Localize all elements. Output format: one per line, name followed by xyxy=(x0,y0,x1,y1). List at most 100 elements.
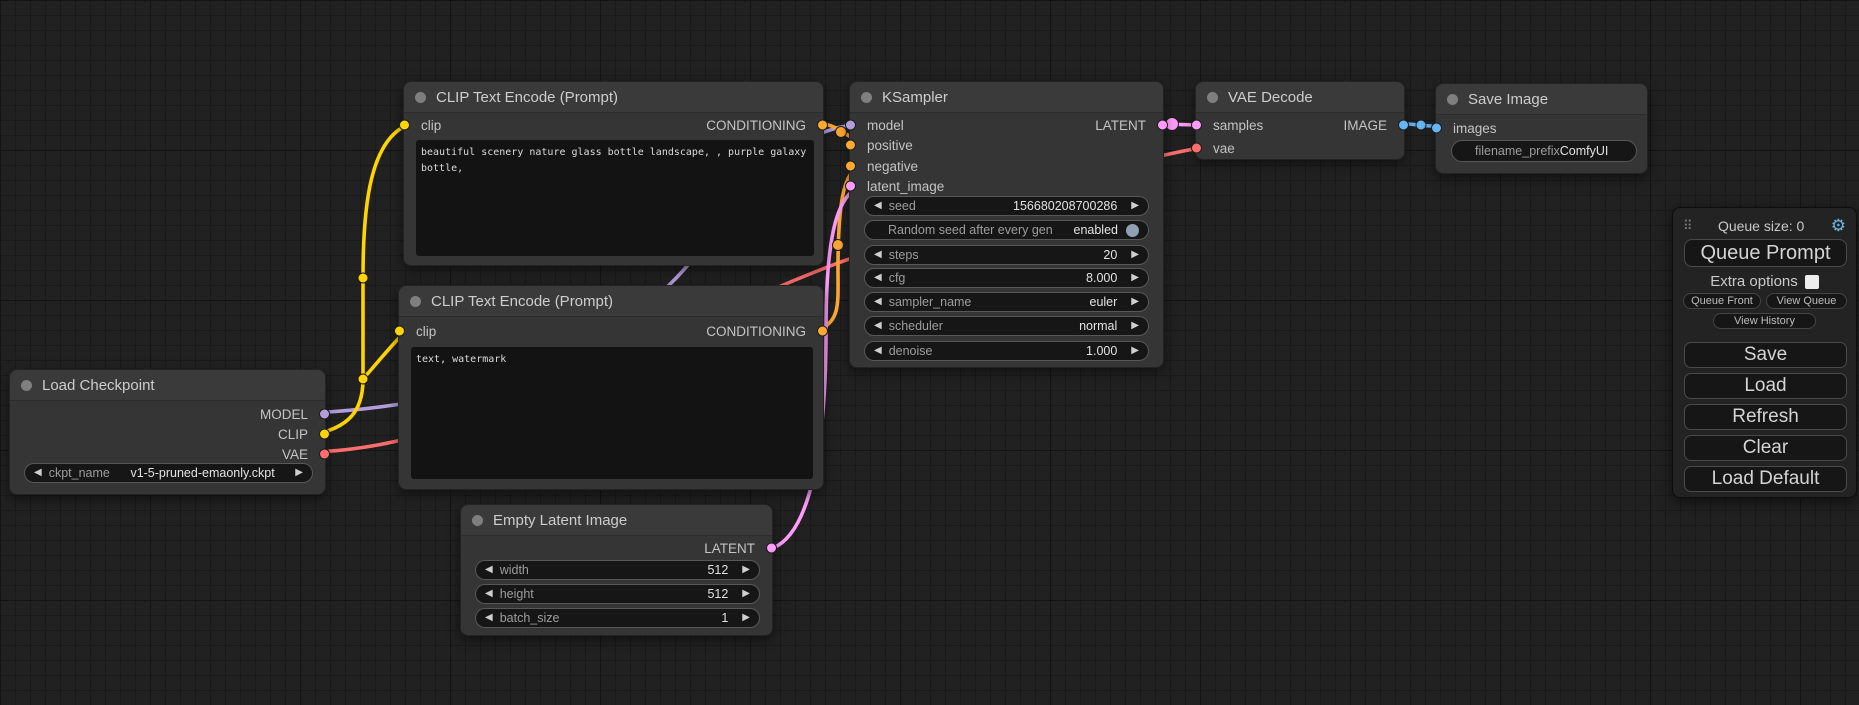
image-port-icon[interactable] xyxy=(1398,120,1409,131)
node-title-bar[interactable]: Save Image xyxy=(1436,84,1647,115)
negative-prompt-textarea[interactable]: text, watermark xyxy=(411,347,813,479)
view-history-button[interactable]: View History xyxy=(1713,313,1816,329)
queue-front-button[interactable]: Queue Front xyxy=(1683,293,1761,309)
node-title: VAE Decode xyxy=(1228,89,1313,106)
node-load-checkpoint: Load Checkpoint MODEL CLIP VAE ◀ ckpt_na… xyxy=(9,369,326,495)
next-arrow-icon[interactable]: ▶ xyxy=(742,565,750,575)
prev-arrow-icon[interactable]: ◀ xyxy=(34,468,42,478)
prev-arrow-icon[interactable]: ◀ xyxy=(874,250,882,260)
output-conditioning: CONDITIONING xyxy=(706,116,806,134)
image-port-icon[interactable] xyxy=(1431,123,1442,134)
collapse-dot-icon[interactable] xyxy=(410,296,421,307)
link-midpoint-dot[interactable] xyxy=(1416,120,1426,130)
cfg-widget[interactable]: ◀ cfg 8.000 ▶ xyxy=(864,268,1149,288)
next-arrow-icon[interactable]: ▶ xyxy=(295,468,303,478)
next-arrow-icon[interactable]: ▶ xyxy=(1131,297,1139,307)
collapse-dot-icon[interactable] xyxy=(861,92,872,103)
drag-handle-icon[interactable]: ⠿ xyxy=(1683,218,1692,234)
denoise-widget[interactable]: ◀ denoise 1.000 ▶ xyxy=(864,341,1149,361)
node-vae-decode: VAE Decode samples vae IMAGE xyxy=(1195,81,1405,160)
latent-port-icon[interactable] xyxy=(845,181,856,192)
node-title: CLIP Text Encode (Prompt) xyxy=(436,89,618,106)
toggle-enabled-icon[interactable] xyxy=(1126,224,1139,237)
conditioning-port-icon[interactable] xyxy=(845,161,856,172)
prev-arrow-icon[interactable]: ◀ xyxy=(874,201,882,211)
sampler-name-widget[interactable]: ◀ sampler_name euler ▶ xyxy=(864,292,1149,312)
latent-port-icon[interactable] xyxy=(1191,120,1202,131)
link-midpoint-dot[interactable] xyxy=(358,273,368,283)
node-title-bar[interactable]: VAE Decode xyxy=(1196,82,1404,113)
node-title: Empty Latent Image xyxy=(493,512,627,529)
queue-size-label: Queue size: 0 xyxy=(1692,218,1831,234)
input-clip: clip xyxy=(421,116,441,134)
refresh-button[interactable]: Refresh xyxy=(1684,404,1847,430)
output-latent: LATENT xyxy=(1095,116,1146,134)
width-widget[interactable]: ◀ width 512 ▶ xyxy=(475,560,760,580)
next-arrow-icon[interactable]: ▶ xyxy=(742,613,750,623)
clip-port-icon[interactable] xyxy=(394,326,405,337)
next-arrow-icon[interactable]: ▶ xyxy=(1131,201,1139,211)
clear-button[interactable]: Clear xyxy=(1684,435,1847,461)
latent-port-icon[interactable] xyxy=(1157,120,1168,131)
model-port-icon[interactable] xyxy=(319,409,330,420)
model-port-icon[interactable] xyxy=(845,120,856,131)
conditioning-port-icon[interactable] xyxy=(817,326,828,337)
prev-arrow-icon[interactable]: ◀ xyxy=(874,321,882,331)
extra-options-label: Extra options xyxy=(1710,273,1798,290)
collapse-dot-icon[interactable] xyxy=(21,380,32,391)
prev-arrow-icon[interactable]: ◀ xyxy=(874,346,882,356)
next-arrow-icon[interactable]: ▶ xyxy=(1131,346,1139,356)
view-queue-button[interactable]: View Queue xyxy=(1766,293,1847,309)
next-arrow-icon[interactable]: ▶ xyxy=(1131,250,1139,260)
next-arrow-icon[interactable]: ▶ xyxy=(1131,273,1139,283)
prev-arrow-icon[interactable]: ◀ xyxy=(874,297,882,307)
node-clip-text-encode-negative: CLIP Text Encode (Prompt) clip CONDITION… xyxy=(398,285,824,490)
batch-size-widget[interactable]: ◀ batch_size 1 ▶ xyxy=(475,608,760,628)
prev-arrow-icon[interactable]: ◀ xyxy=(874,273,882,283)
extra-options-checkbox[interactable] xyxy=(1805,275,1819,289)
prev-arrow-icon[interactable]: ◀ xyxy=(485,589,493,599)
ckpt-name-widget[interactable]: ◀ ckpt_name v1-5-pruned-emaonly.ckpt ▶ xyxy=(24,463,313,483)
node-title-bar[interactable]: CLIP Text Encode (Prompt) xyxy=(404,82,823,113)
node-empty-latent-image: Empty Latent Image LATENT ◀ width 512 ▶ … xyxy=(460,504,773,636)
vae-port-icon[interactable] xyxy=(319,449,330,460)
collapse-dot-icon[interactable] xyxy=(472,515,483,526)
latent-port-icon[interactable] xyxy=(766,543,777,554)
seed-widget[interactable]: ◀ seed 156680208700286 ▶ xyxy=(864,196,1149,216)
vae-port-icon[interactable] xyxy=(1191,143,1202,154)
conditioning-port-icon[interactable] xyxy=(845,140,856,151)
output-model: MODEL xyxy=(260,405,308,423)
settings-gear-icon[interactable]: ⚙ xyxy=(1831,217,1846,234)
positive-prompt-textarea[interactable]: beautiful scenery nature glass bottle la… xyxy=(416,140,814,256)
link-midpoint-dot[interactable] xyxy=(358,374,368,384)
node-title-bar[interactable]: Load Checkpoint xyxy=(10,370,325,401)
node-title-bar[interactable]: KSampler xyxy=(850,82,1163,113)
save-button[interactable]: Save xyxy=(1684,342,1847,368)
collapse-dot-icon[interactable] xyxy=(1447,94,1458,105)
clip-port-icon[interactable] xyxy=(399,120,410,131)
collapse-dot-icon[interactable] xyxy=(1207,92,1218,103)
random-seed-toggle-widget[interactable]: Random seed after every gen enabled xyxy=(864,220,1149,240)
next-arrow-icon[interactable]: ▶ xyxy=(1131,321,1139,331)
node-title: Save Image xyxy=(1468,91,1548,108)
clip-port-icon[interactable] xyxy=(319,429,330,440)
queue-prompt-button[interactable]: Queue Prompt xyxy=(1684,239,1847,267)
link-midpoint-dot[interactable] xyxy=(833,240,844,251)
load-default-button[interactable]: Load Default xyxy=(1684,466,1847,492)
link-midpoint-dot[interactable] xyxy=(836,127,847,138)
load-button[interactable]: Load xyxy=(1684,373,1847,399)
node-title-bar[interactable]: CLIP Text Encode (Prompt) xyxy=(399,286,823,317)
conditioning-port-icon[interactable] xyxy=(817,120,828,131)
filename-prefix-widget[interactable]: filename_prefix ComfyUI xyxy=(1451,140,1637,162)
scheduler-widget[interactable]: ◀ scheduler normal ▶ xyxy=(864,316,1149,336)
prev-arrow-icon[interactable]: ◀ xyxy=(485,613,493,623)
input-clip: clip xyxy=(416,322,436,340)
node-title-bar[interactable]: Empty Latent Image xyxy=(461,505,772,536)
steps-widget[interactable]: ◀ steps 20 ▶ xyxy=(864,245,1149,265)
output-conditioning: CONDITIONING xyxy=(706,322,806,340)
output-image: IMAGE xyxy=(1343,116,1387,134)
next-arrow-icon[interactable]: ▶ xyxy=(742,589,750,599)
prev-arrow-icon[interactable]: ◀ xyxy=(485,565,493,575)
collapse-dot-icon[interactable] xyxy=(415,92,426,103)
height-widget[interactable]: ◀ height 512 ▶ xyxy=(475,584,760,604)
